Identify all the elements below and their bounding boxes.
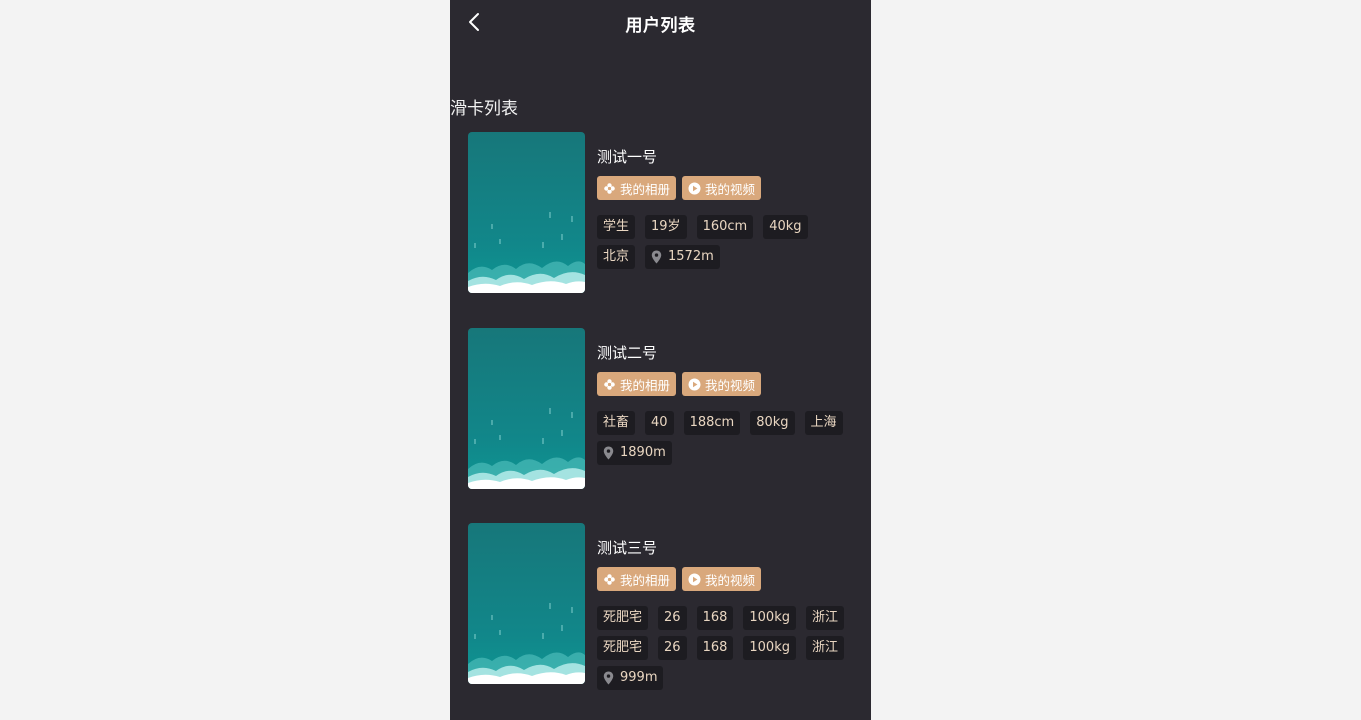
profile-tag: 160cm (696, 215, 754, 239)
profile-tag: 死肥宅 (597, 606, 649, 630)
flower-icon (603, 378, 616, 391)
profile-tag: 上海 (804, 411, 843, 435)
user-photo[interactable] (468, 132, 585, 293)
album-button[interactable]: 我的相册 (597, 176, 677, 200)
play-icon (688, 378, 701, 391)
user-name: 测试三号 (597, 539, 658, 557)
location-pin-icon (603, 446, 614, 460)
profile-tag: 社畜 (597, 411, 636, 435)
tag-list: 社畜 40 188cm 80kg 上海 1890m (597, 411, 847, 465)
profile-tag: 浙江 (805, 606, 844, 630)
profile-tag: 80kg (750, 411, 795, 435)
page-title: 用户列表 (625, 16, 696, 36)
section-title: 滑卡列表 (450, 99, 518, 119)
album-button[interactable]: 我的相册 (597, 567, 677, 591)
user-info: 测试二号 我的相册 我的视频 社畜 40 188cm 80kg 上海 1890m (597, 342, 857, 465)
distance-value: 1890m (620, 445, 666, 460)
profile-tag: 26 (658, 636, 687, 660)
distance-tag: 1890m (597, 441, 672, 465)
profile-tag: 26 (658, 606, 687, 630)
flower-icon (603, 573, 616, 586)
media-buttons: 我的相册 我的视频 (597, 372, 857, 396)
tag-list: 死肥宅 26 168 100kg 浙江 死肥宅 26 168 100kg 浙江 999m (597, 606, 847, 690)
location-pin-icon (603, 671, 614, 685)
user-info: 测试三号 我的相册 我的视频 死肥宅 26 168 100kg 浙江 死肥宅 26 168 10… (597, 537, 857, 690)
button-label: 我的相册 (620, 572, 671, 588)
user-info: 测试一号 我的相册 我的视频 学生 19岁 160cm 40kg 北京 1572m (597, 146, 857, 269)
tag-list: 学生 19岁 160cm 40kg 北京 1572m (597, 215, 847, 269)
app-screen: 用户列表 滑卡列表 测试一号 我的相册 我的视频 学生 19岁 160cm 40… (450, 0, 871, 720)
profile-tag: 100kg (743, 636, 796, 660)
flower-icon (603, 182, 616, 195)
nav-bar: 用户列表 (450, 0, 871, 44)
profile-tag: 168 (696, 606, 734, 630)
media-buttons: 我的相册 我的视频 (597, 176, 857, 200)
distance-tag: 999m (597, 666, 664, 690)
button-label: 我的相册 (620, 181, 671, 197)
button-label: 我的视频 (705, 181, 756, 197)
button-label: 我的视频 (705, 377, 756, 393)
profile-tag: 学生 (597, 215, 636, 239)
album-button[interactable]: 我的相册 (597, 372, 677, 396)
profile-tag: 40kg (763, 215, 808, 239)
button-label: 我的相册 (620, 377, 671, 393)
button-label: 我的视频 (705, 572, 756, 588)
profile-tag: 死肥宅 (597, 636, 649, 660)
profile-tag: 北京 (597, 245, 636, 269)
video-button[interactable]: 我的视频 (682, 176, 762, 200)
media-buttons: 我的相册 我的视频 (597, 567, 857, 591)
user-photo[interactable] (468, 328, 585, 489)
profile-tag: 168 (696, 636, 734, 660)
user-name: 测试二号 (597, 344, 658, 362)
user-photo[interactable] (468, 523, 585, 684)
distance-tag: 1572m (645, 245, 720, 269)
profile-tag: 40 (645, 411, 674, 435)
profile-tag: 188cm (683, 411, 741, 435)
play-icon (688, 573, 701, 586)
profile-tag: 浙江 (805, 636, 844, 660)
location-pin-icon (651, 250, 662, 264)
profile-tag: 100kg (743, 606, 796, 630)
video-button[interactable]: 我的视频 (682, 372, 762, 396)
distance-value: 1572m (668, 249, 714, 264)
play-icon (688, 182, 701, 195)
distance-value: 999m (620, 670, 658, 685)
profile-tag: 19岁 (645, 215, 687, 239)
user-name: 测试一号 (597, 148, 658, 166)
video-button[interactable]: 我的视频 (682, 567, 762, 591)
